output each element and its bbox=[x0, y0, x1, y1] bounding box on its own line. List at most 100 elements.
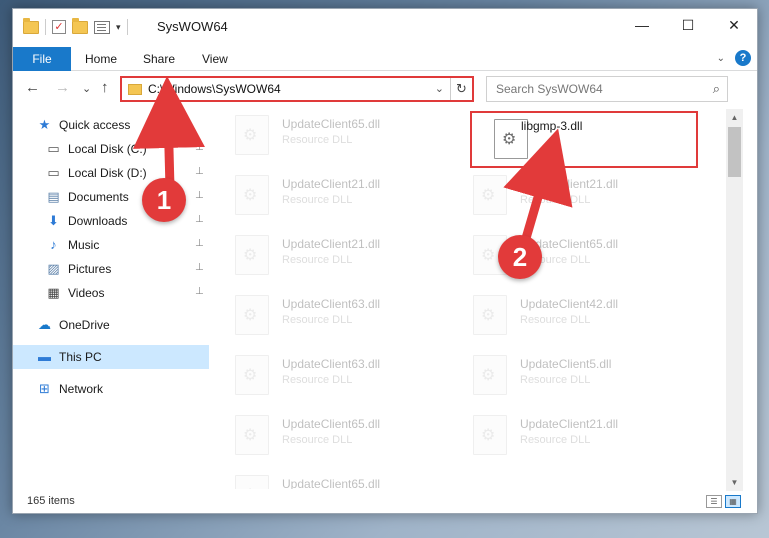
dll-file-icon bbox=[235, 355, 269, 395]
sidebar-item-quick-access[interactable]: ★ Quick access bbox=[13, 113, 209, 137]
expand-ribbon-chevron-icon[interactable]: ⌄ bbox=[717, 53, 725, 64]
file-name: UpdateClient21.dll bbox=[520, 417, 619, 431]
music-icon: ♪ bbox=[50, 237, 57, 252]
sidebar-item-videos[interactable]: ▦ Videos ⊥ bbox=[13, 281, 209, 305]
file-type: Resource DLL bbox=[520, 434, 591, 446]
search-icon[interactable]: ⌕ bbox=[713, 81, 720, 97]
pin-icon: ⊥ bbox=[195, 262, 204, 273]
file-item[interactable]: UpdateClient21.dll Resource DLL bbox=[213, 169, 443, 223]
file-type: Resource DLL bbox=[282, 434, 353, 446]
tiles-view-icon[interactable]: ▦ bbox=[725, 495, 741, 508]
sidebar-item-local-disk-d[interactable]: ▭ Local Disk (D:) ⊥ bbox=[13, 161, 209, 185]
callout-step-1: 1 bbox=[142, 178, 186, 222]
download-icon: ⬇ bbox=[48, 213, 59, 228]
folder-icon[interactable] bbox=[23, 17, 39, 34]
file-item[interactable]: UpdateClient65.dll Resource DLL bbox=[451, 229, 681, 283]
dll-file-icon bbox=[473, 175, 507, 215]
sidebar-item-onedrive[interactable]: ☁ OneDrive bbox=[13, 313, 209, 337]
file-name: libgmp-3.dll bbox=[521, 119, 583, 133]
sidebar-item-label: Downloads bbox=[68, 214, 128, 228]
drive-icon: ▭ bbox=[47, 141, 60, 156]
file-item[interactable]: UpdateClient21.dll Resource DLL bbox=[213, 229, 443, 283]
file-type: Resource DLL bbox=[282, 194, 353, 206]
pin-icon: ⊥ bbox=[195, 190, 204, 201]
dll-file-icon bbox=[235, 295, 269, 335]
scroll-up-arrow-icon[interactable]: ▲ bbox=[726, 109, 743, 126]
quick-access-toolbar: ✓ ▾ bbox=[23, 17, 128, 35]
sidebar-item-network[interactable]: ⊞ Network bbox=[13, 377, 209, 401]
file-item[interactable]: UpdateClient63.dll Resource DLL bbox=[213, 289, 443, 343]
up-arrow-icon[interactable]: ↑ bbox=[101, 79, 109, 96]
file-name: UpdateClient63.dll bbox=[282, 357, 381, 371]
address-bar[interactable]: C:\Windows\SysWOW64 ⌄ ↻ bbox=[120, 76, 474, 102]
file-name: UpdateClient5.dll bbox=[520, 357, 612, 371]
sidebar-item-label: Music bbox=[68, 238, 100, 252]
sidebar-item-local-disk-c[interactable]: ▭ Local Disk (C:) ⊥ bbox=[13, 137, 209, 161]
file-item[interactable]: UpdateClient65.dll Resource DLL bbox=[213, 109, 443, 163]
file-name: UpdateClient65.dll bbox=[282, 477, 381, 489]
file-name: UpdateClient21.dll bbox=[282, 237, 381, 251]
file-explorer-window: ✓ ▾ SysWOW64 — ☐ ✕ File Home Share View … bbox=[12, 8, 758, 514]
address-path[interactable]: C:\Windows\SysWOW64 bbox=[148, 82, 281, 96]
pin-icon: ⊥ bbox=[195, 142, 204, 153]
dll-file-icon bbox=[235, 415, 269, 455]
file-type: Resource DLL bbox=[520, 374, 591, 386]
file-item[interactable]: UpdateClient42.dll Resource DLL bbox=[451, 289, 681, 343]
file-item-libgmp[interactable]: libgmp-3.dll bbox=[470, 111, 698, 168]
sidebar-item-label: Local Disk (D:) bbox=[68, 166, 147, 180]
sidebar-item-label: Documents bbox=[68, 190, 129, 204]
address-dropdown-chevron-icon[interactable]: ⌄ bbox=[435, 82, 444, 95]
sidebar-item-label: Network bbox=[59, 382, 104, 396]
file-name: UpdateClient65.dll bbox=[282, 417, 381, 431]
pin-icon: ⊥ bbox=[195, 286, 204, 297]
dll-file-icon bbox=[235, 475, 269, 489]
sidebar-item-music[interactable]: ♪ Music ⊥ bbox=[13, 233, 209, 257]
customize-toolbar-chevron-icon[interactable]: ▾ bbox=[116, 22, 121, 33]
file-item[interactable]: UpdateClient65.dll Resource DLL bbox=[213, 409, 443, 463]
vertical-scrollbar[interactable]: ▲ ▼ bbox=[726, 109, 743, 491]
sidebar-item-label: Pictures bbox=[68, 262, 112, 276]
file-item[interactable]: UpdateClient21.dll Resource DLL bbox=[451, 409, 681, 463]
sidebar-item-label: This PC bbox=[59, 350, 102, 364]
back-arrow-icon[interactable]: ← bbox=[25, 79, 40, 96]
forward-arrow-icon[interactable]: → bbox=[55, 79, 70, 96]
file-type: Resource DLL bbox=[282, 314, 353, 326]
tab-file[interactable]: File bbox=[13, 47, 71, 71]
file-name: UpdateClient21.dll bbox=[282, 177, 381, 191]
videos-icon: ▦ bbox=[47, 285, 60, 300]
recent-locations-chevron-icon[interactable]: ⌄ bbox=[82, 82, 91, 95]
properties-check-icon[interactable]: ✓ bbox=[52, 20, 66, 34]
minimize-button[interactable]: — bbox=[619, 9, 665, 41]
details-view-icon[interactable]: ☰ bbox=[706, 495, 722, 508]
new-folder-icon[interactable] bbox=[72, 17, 88, 34]
file-item[interactable]: UpdateClient5.dll Resource DLL bbox=[451, 349, 681, 403]
ribbon-tabs: File Home Share View ⌄ ? bbox=[13, 47, 757, 71]
sidebar-item-pictures[interactable]: ▨ Pictures ⊥ bbox=[13, 257, 209, 281]
dll-file-icon bbox=[235, 115, 269, 155]
tab-view[interactable]: View bbox=[202, 47, 228, 71]
file-item[interactable]: UpdateClient21.dll Resource DLL bbox=[451, 169, 681, 223]
pin-icon: ⊥ bbox=[195, 166, 204, 177]
search-placeholder: Search SysWOW64 bbox=[496, 82, 603, 96]
search-input[interactable]: Search SysWOW64 ⌕ bbox=[486, 76, 728, 102]
file-item[interactable]: UpdateClient65.dll Resource DLL bbox=[213, 469, 443, 489]
sidebar-item-this-pc[interactable]: ▬ This PC bbox=[13, 345, 209, 369]
scroll-down-arrow-icon[interactable]: ▼ bbox=[726, 474, 743, 491]
scroll-thumb[interactable] bbox=[728, 127, 741, 177]
tab-share[interactable]: Share bbox=[143, 47, 175, 71]
file-type: Resource DLL bbox=[282, 254, 353, 266]
dll-file-icon bbox=[473, 355, 507, 395]
tab-home[interactable]: Home bbox=[85, 47, 117, 71]
network-icon: ⊞ bbox=[39, 381, 50, 396]
file-item[interactable]: UpdateClient63.dll Resource DLL bbox=[213, 349, 443, 403]
close-button[interactable]: ✕ bbox=[711, 9, 757, 41]
file-name: UpdateClient65.dll bbox=[282, 117, 381, 131]
properties-icon[interactable] bbox=[94, 20, 110, 34]
drive-icon: ▭ bbox=[47, 165, 60, 180]
maximize-button[interactable]: ☐ bbox=[665, 9, 711, 41]
help-icon[interactable]: ? bbox=[735, 50, 751, 66]
pin-icon: ⊥ bbox=[195, 214, 204, 225]
file-list: UpdateClient65.dll Resource DLL UpdateCl… bbox=[213, 109, 723, 489]
refresh-icon[interactable]: ↻ bbox=[450, 78, 472, 100]
file-type: Resource DLL bbox=[520, 314, 591, 326]
